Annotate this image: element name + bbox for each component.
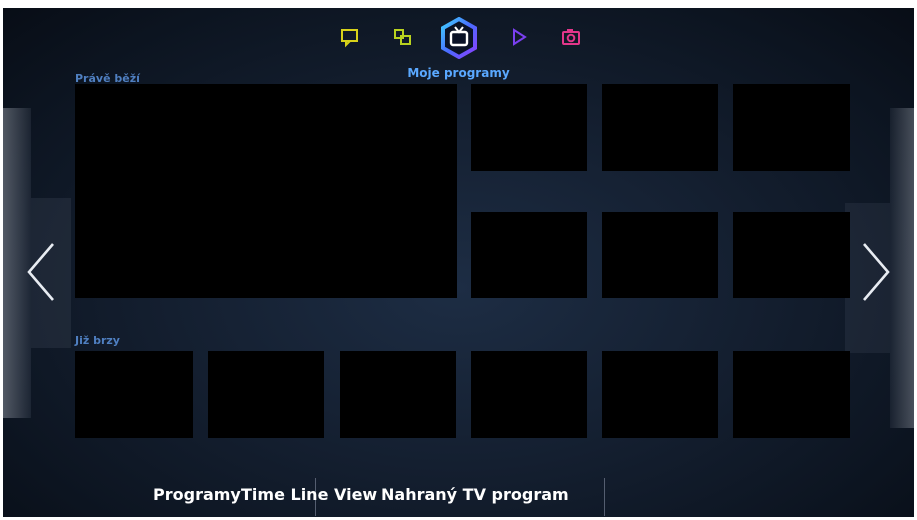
coming-soon-tile[interactable] [733,351,850,438]
now-playing-featured-tile[interactable] [75,84,457,298]
now-playing-tile[interactable] [602,84,718,171]
bottom-menu: Programy Time Line View Nahraný TV progr… [3,478,914,510]
now-playing-tile[interactable] [602,212,718,298]
now-playing-tile[interactable] [471,212,587,298]
bottom-menu-programs[interactable]: Programy [153,485,241,504]
coming-soon-tile[interactable] [75,351,193,438]
now-playing-tile[interactable] [471,84,587,171]
smart-hub-screen: Moje programy Právě běží Již brzy Progra… [3,8,914,517]
coming-soon-tile[interactable] [340,351,456,438]
now-playing-tile[interactable] [733,212,850,298]
now-playing-tile[interactable] [733,84,850,171]
bottom-menu-timeline-view[interactable]: Time Line View [241,485,377,504]
coming-soon-tile[interactable] [471,351,587,438]
section-label-soon: Již brzy [75,334,120,347]
coming-soon-tile[interactable] [602,351,718,438]
social-icon[interactable] [339,26,361,48]
play-icon[interactable] [508,26,530,48]
previous-arrow-icon[interactable] [23,240,59,304]
camera-icon[interactable] [560,26,582,48]
bottom-menu-recorded-tv[interactable]: Nahraný TV program [381,485,569,504]
tv-icon[interactable] [440,17,478,59]
apps-icon[interactable] [392,26,414,48]
top-navigation: Moje programy [3,16,914,80]
coming-soon-tile[interactable] [208,351,324,438]
next-arrow-icon[interactable] [858,240,894,304]
